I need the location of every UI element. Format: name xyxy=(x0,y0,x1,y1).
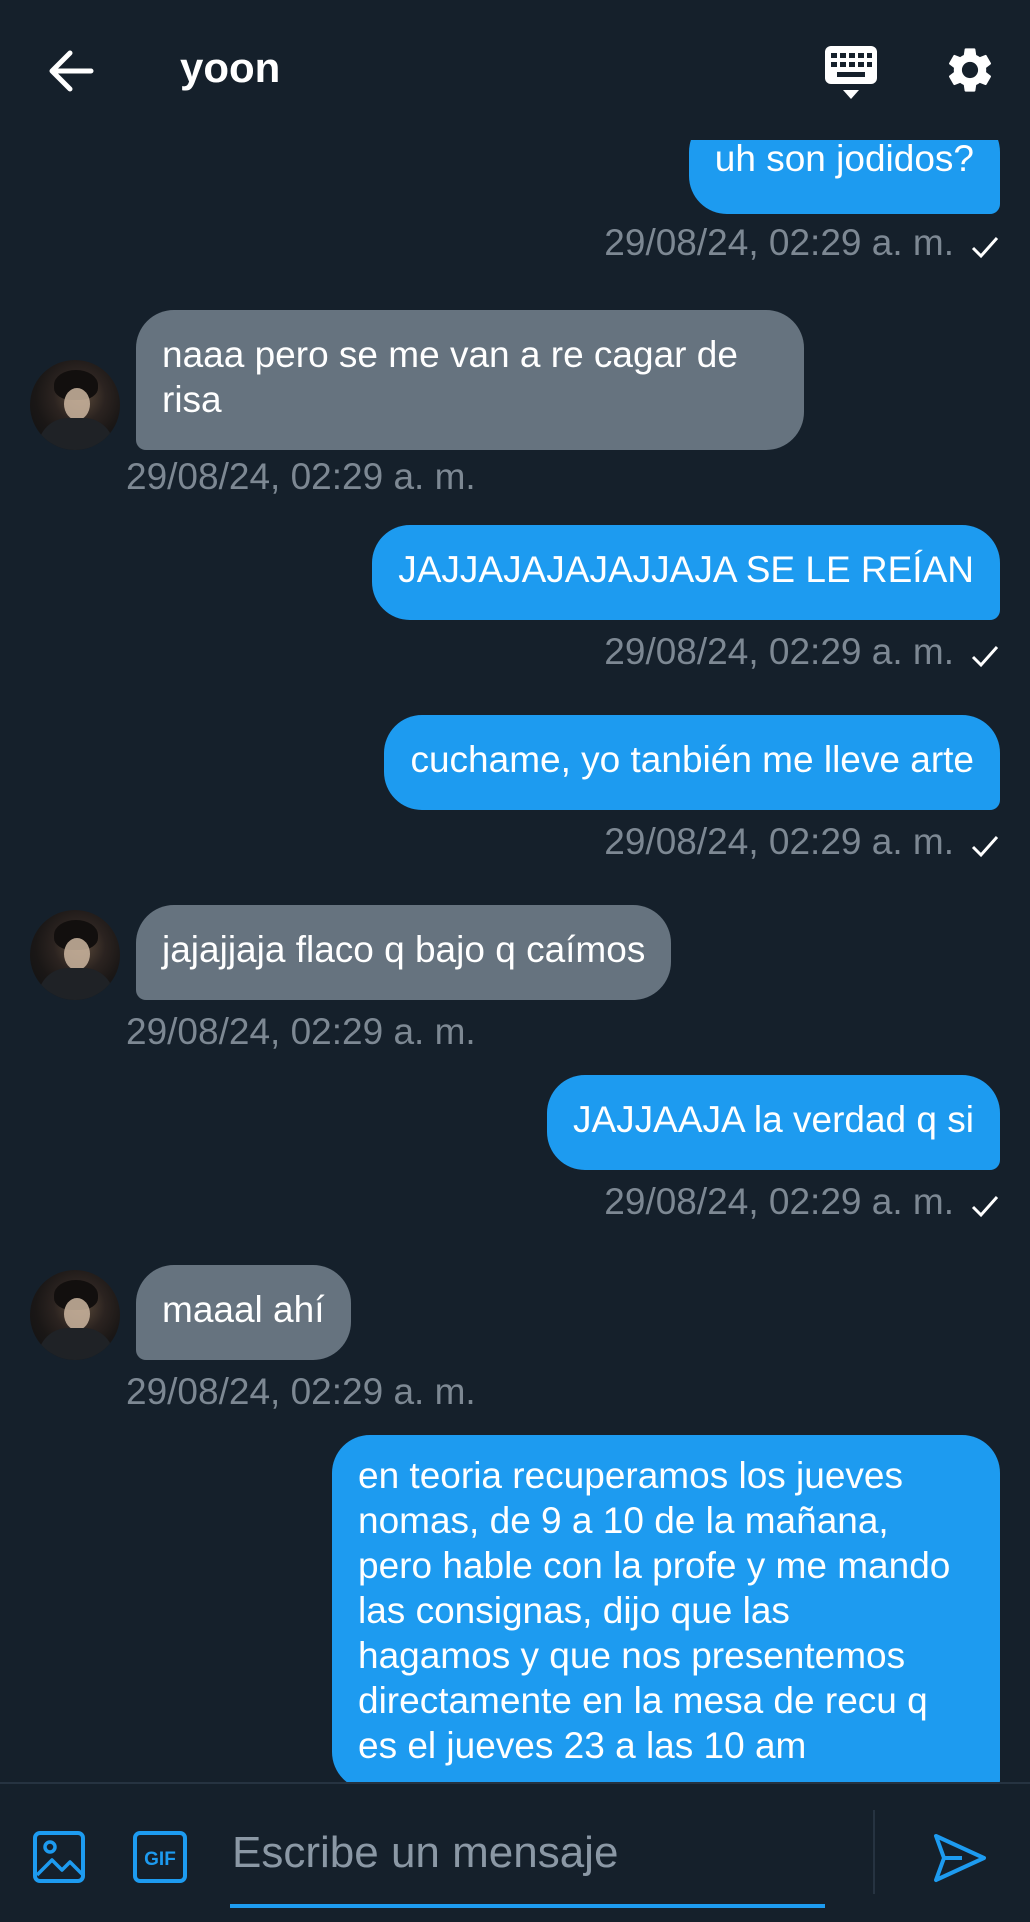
gif-label: GIF xyxy=(144,1849,176,1870)
message-bubble: JAJJAAJA la verdad q si xyxy=(546,1075,1000,1170)
keyboard-shortcuts-button[interactable] xyxy=(818,40,884,106)
message-input[interactable] xyxy=(230,1822,829,1884)
message-timestamp: 29/08/24, 02:29 a. m. xyxy=(126,1011,476,1052)
checkmark-icon xyxy=(971,237,999,259)
back-button[interactable] xyxy=(40,40,102,102)
keyboard-icon xyxy=(825,46,877,99)
avatar[interactable] xyxy=(30,360,120,450)
divider xyxy=(873,1810,875,1894)
arrow-left-icon xyxy=(49,50,94,92)
message-incoming[interactable]: naaa pero se me van a re cagar de risa 2… xyxy=(0,310,1030,510)
message-list[interactable]: uh son jodidos? 29/08/24, 02:29 a. m. na… xyxy=(0,140,1030,1782)
avatar[interactable] xyxy=(30,1270,120,1360)
attach-image-button[interactable] xyxy=(32,1830,86,1884)
gear-icon xyxy=(948,48,992,92)
message-outgoing[interactable]: en teoria recuperamos los jueves nomas, … xyxy=(0,1435,1030,1782)
message-bubble: cuchame, yo tanbién me lleve arte xyxy=(384,715,1000,810)
message-outgoing[interactable]: JAJJAAJA la verdad q si 29/08/24, 02:29 … xyxy=(0,1075,1030,1235)
checkmark-icon xyxy=(971,646,999,668)
message-bubble: maaal ahí xyxy=(136,1265,351,1360)
message-bubble: uh son jodidos? xyxy=(688,140,1000,214)
message-outgoing[interactable]: uh son jodidos? 29/08/24, 02:29 a. m. xyxy=(0,140,1030,270)
message-bubble: naaa pero se me van a re cagar de risa xyxy=(136,310,804,450)
message-timestamp: 29/08/24, 02:29 a. m. xyxy=(126,1371,476,1412)
conversation-title[interactable]: yoon xyxy=(180,44,280,92)
image-icon xyxy=(33,1831,85,1883)
send-icon xyxy=(934,1834,986,1882)
message-timestamp: 29/08/24, 02:29 a. m. xyxy=(604,821,954,862)
message-bubble: en teoria recuperamos los jueves nomas, … xyxy=(332,1435,1000,1782)
checkmark-icon xyxy=(971,1196,999,1218)
message-composer: GIF xyxy=(0,1782,1030,1922)
chat-header: yoon xyxy=(0,0,1030,140)
message-bubble: jajajjaja flaco q bajo q caímos xyxy=(136,905,672,1000)
message-bubble: JAJJAJAJAJAJJAJA SE LE REÍAN xyxy=(372,525,1000,620)
attach-gif-button[interactable]: GIF xyxy=(132,1830,188,1884)
settings-button[interactable] xyxy=(940,40,1000,100)
message-timestamp: 29/08/24, 02:29 a. m. xyxy=(604,631,954,672)
send-button[interactable] xyxy=(932,1830,988,1886)
message-timestamp: 29/08/24, 02:29 a. m. xyxy=(604,222,954,263)
message-input-wrapper xyxy=(230,1804,829,1908)
avatar[interactable] xyxy=(30,910,120,1000)
message-outgoing[interactable]: cuchame, yo tanbién me lleve arte 29/08/… xyxy=(0,715,1030,875)
message-timestamp: 29/08/24, 02:29 a. m. xyxy=(604,1181,954,1222)
checkmark-icon xyxy=(971,836,999,858)
message-incoming[interactable]: maaal ahí 29/08/24, 02:29 a. m. xyxy=(0,1265,1030,1425)
message-outgoing[interactable]: JAJJAJAJAJAJJAJA SE LE REÍAN 29/08/24, 0… xyxy=(0,525,1030,685)
message-incoming[interactable]: jajajjaja flaco q bajo q caímos 29/08/24… xyxy=(0,905,1030,1065)
gif-icon: GIF xyxy=(133,1831,187,1883)
message-timestamp: 29/08/24, 02:29 a. m. xyxy=(126,456,476,497)
